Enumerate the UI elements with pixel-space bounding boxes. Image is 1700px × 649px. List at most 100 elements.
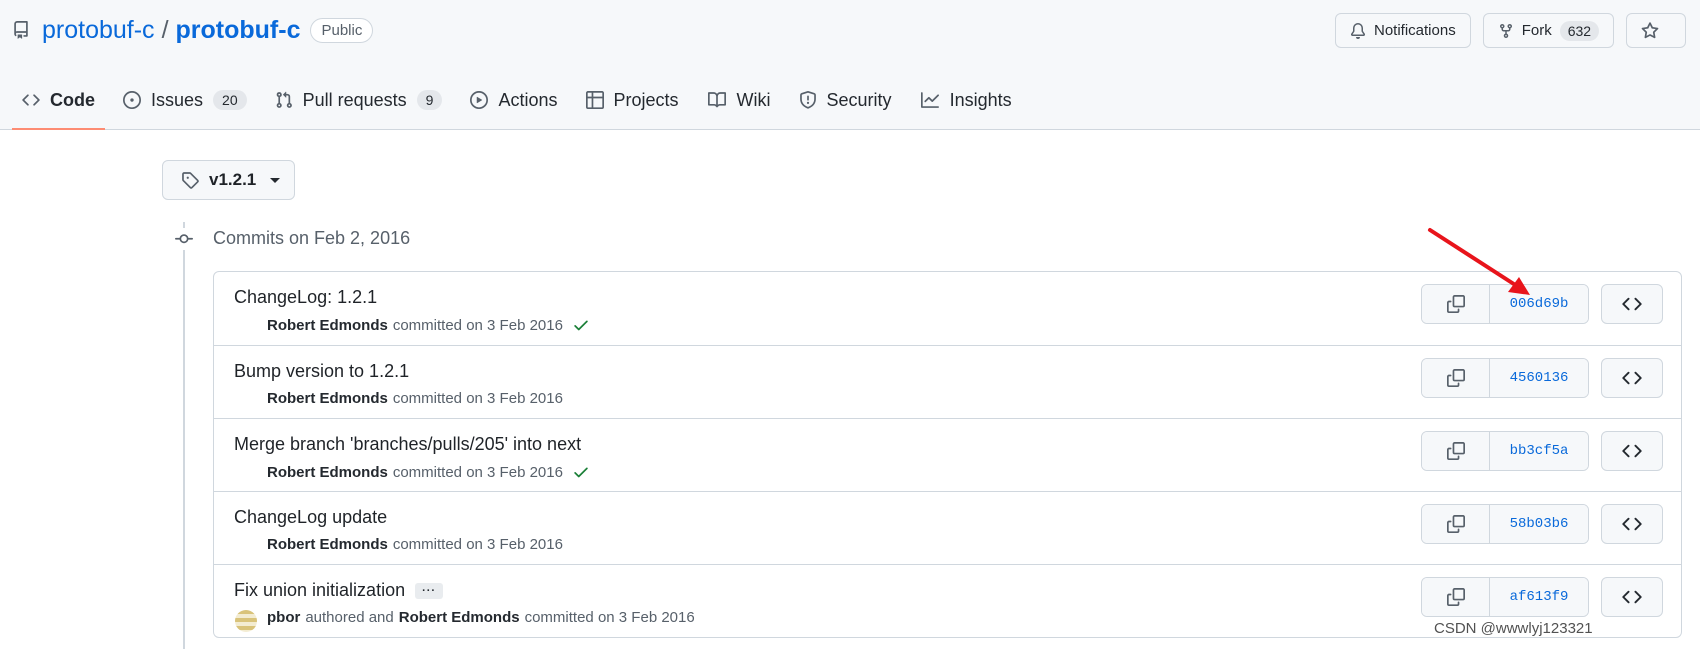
commit-title[interactable]: ChangeLog update	[234, 507, 387, 528]
git-pull-request-icon	[275, 91, 293, 109]
tab-insights[interactable]: Insights	[910, 78, 1022, 122]
commit-date-text: committed on 3 Feb 2016	[524, 609, 695, 626]
sha-button-group: 58b03b6	[1421, 504, 1589, 544]
sha-button-group: bb3cf5a	[1421, 431, 1589, 471]
check-icon[interactable]	[572, 316, 590, 334]
tab-label: Actions	[498, 89, 558, 110]
book-icon	[707, 91, 727, 109]
tab-wiki[interactable]: Wiki	[697, 78, 781, 122]
commit-date-text: committed on 3 Feb 2016	[392, 316, 563, 334]
sha-button-group: 4560136	[1421, 358, 1589, 398]
commit-row: ChangeLog update Robert Edmonds committe…	[214, 491, 1681, 564]
commit-meta: Robert Edmonds committed on 3 Feb 2016	[267, 463, 590, 481]
commit-actions: 4560136	[1421, 358, 1663, 398]
commit-row: Bump version to 1.2.1 Robert Edmonds com…	[214, 345, 1681, 418]
timeline-line	[183, 222, 185, 649]
copy-icon	[1446, 442, 1465, 460]
commit-coauthor-link[interactable]: pbor	[267, 609, 300, 626]
copy-icon	[1446, 588, 1465, 606]
repo-owner-link[interactable]: protobuf-c	[42, 16, 155, 45]
copy-icon	[1446, 515, 1465, 533]
tab-label: Security	[826, 89, 892, 110]
copy-sha-button[interactable]	[1422, 578, 1490, 616]
tab-label: Pull requests	[302, 89, 407, 110]
check-icon[interactable]	[572, 463, 590, 481]
tab-pull-requests[interactable]: Pull requests 9	[265, 78, 453, 122]
tag-icon	[181, 171, 199, 189]
commit-sha-link[interactable]: 4560136	[1490, 359, 1588, 397]
code-icon	[1622, 441, 1642, 461]
table-icon	[585, 91, 604, 109]
commit-meta: Robert Edmonds committed on 3 Feb 2016	[267, 316, 590, 334]
tab-security[interactable]: Security	[789, 78, 902, 122]
play-icon	[470, 91, 489, 109]
commit-author-link[interactable]: Robert Edmonds	[267, 464, 388, 481]
commit-sha-link[interactable]: 58b03b6	[1490, 505, 1588, 543]
commit-title-link[interactable]: ChangeLog update	[234, 507, 387, 528]
browse-repo-button[interactable]	[1601, 577, 1663, 617]
notifications-label: Notifications	[1374, 22, 1456, 39]
browse-repo-button[interactable]	[1601, 284, 1663, 324]
visibility-badge: Public	[310, 17, 374, 43]
avatar[interactable]	[235, 610, 257, 632]
repo-name-link[interactable]: protobuf-c	[176, 16, 301, 45]
commit-actions: bb3cf5a	[1421, 431, 1663, 471]
star-button[interactable]	[1626, 13, 1687, 48]
commit-meta: Robert Edmonds committed on 3 Feb 2016	[267, 536, 563, 553]
commit-author-link[interactable]: Robert Edmonds	[267, 317, 388, 334]
copy-sha-button[interactable]	[1422, 432, 1490, 470]
commit-author-link[interactable]: Robert Edmonds	[267, 536, 388, 553]
issue-opened-icon	[123, 91, 141, 109]
code-icon	[1622, 294, 1642, 314]
copy-sha-button[interactable]	[1422, 359, 1490, 397]
tab-projects[interactable]: Projects	[576, 78, 689, 122]
tab-label: Projects	[613, 89, 679, 110]
commit-date-text: committed on 3 Feb 2016	[392, 463, 563, 481]
shield-icon	[799, 91, 817, 109]
commit-title[interactable]: Fix union initialization	[234, 580, 405, 601]
notifications-button[interactable]: Notifications	[1335, 13, 1471, 48]
browse-repo-button[interactable]	[1601, 358, 1663, 398]
tab-count: 20	[213, 90, 247, 110]
tag-selector-label: v1.2.1	[209, 170, 257, 189]
code-icon	[1622, 514, 1642, 534]
tab-code[interactable]: Code	[12, 78, 105, 130]
commit-title[interactable]: ChangeLog: 1.2.1	[234, 287, 377, 308]
code-icon	[1622, 587, 1642, 607]
commit-date-text: committed on 3 Feb 2016	[392, 536, 563, 553]
commit-title[interactable]: Merge branch 'branches/pulls/205' into n…	[234, 434, 581, 455]
tab-actions[interactable]: Actions	[460, 78, 567, 122]
git-commit-icon	[173, 228, 195, 250]
commit-title-link[interactable]: ChangeLog: 1.2.1	[234, 287, 377, 308]
repo-actions: Notifications Fork 632	[1335, 13, 1687, 48]
browse-repo-button[interactable]	[1601, 431, 1663, 471]
browse-repo-button[interactable]	[1601, 504, 1663, 544]
path-separator: /	[161, 15, 169, 44]
commit-sha-link[interactable]: af613f9	[1490, 578, 1588, 616]
code-icon	[1622, 368, 1642, 388]
graph-icon	[920, 91, 940, 109]
commit-title-link[interactable]: Bump version to 1.2.1	[234, 361, 409, 382]
tag-selector-button[interactable]: v1.2.1	[162, 160, 295, 200]
repo-title: protobuf-c / protobuf-c Public	[12, 12, 374, 48]
authored-text: authored and	[305, 609, 394, 626]
fork-button[interactable]: Fork 632	[1482, 13, 1615, 48]
sha-button-group: af613f9	[1421, 577, 1589, 617]
fork-label: Fork	[1521, 22, 1552, 39]
annotation-arrow	[1420, 222, 1540, 302]
copy-sha-button[interactable]	[1422, 505, 1490, 543]
commit-author-link[interactable]: Robert Edmonds	[399, 609, 520, 626]
fork-icon	[1498, 23, 1514, 39]
repo-header: protobuf-c / protobuf-c Public Notificat…	[0, 0, 1700, 130]
commit-title-link[interactable]: Fix union initialization ···	[234, 580, 444, 601]
tab-count: 9	[416, 90, 443, 110]
commit-author-link[interactable]: Robert Edmonds	[267, 390, 388, 407]
commit-title[interactable]: Bump version to 1.2.1	[234, 361, 409, 382]
tab-issues[interactable]: Issues 20	[113, 78, 257, 122]
commit-sha-link[interactable]: bb3cf5a	[1490, 432, 1588, 470]
watermark-text: CSDN @wwwlyj123321	[1434, 620, 1593, 637]
commits-date-heading: Commits on Feb 2, 2016	[213, 228, 411, 248]
expand-message-button[interactable]: ···	[415, 582, 444, 599]
commit-actions: af613f9	[1421, 577, 1663, 617]
commit-title-link[interactable]: Merge branch 'branches/pulls/205' into n…	[234, 434, 581, 455]
